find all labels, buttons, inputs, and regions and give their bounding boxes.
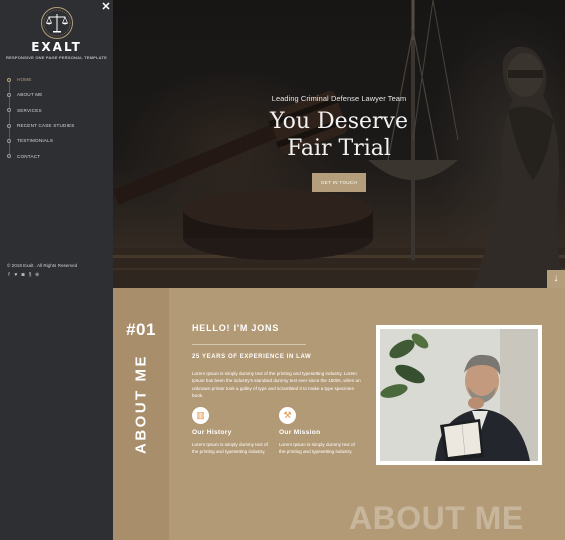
nav-dot-icon [7,138,11,143]
sidebar-nav: HOME ABOUT ME SERVICES RECENT CASE STUDI… [7,72,107,164]
nav-item-services[interactable]: SERVICES [7,103,107,118]
nav-dot-icon [7,123,11,128]
about-side-strip: #01 ABOUT ME [113,288,169,540]
page: EXALT RESPONSIVE ONE PAGE PERSONAL TEMPL… [0,0,565,540]
close-icon[interactable]: ✕ [100,1,112,13]
nav-item-contact[interactable]: CONTACT [7,148,107,163]
get-in-touch-button[interactable]: GET IN TOUCH [312,173,366,192]
sidebar: EXALT RESPONSIVE ONE PAGE PERSONAL TEMPL… [0,0,113,540]
nav-dot-icon [7,108,11,113]
logo[interactable]: EXALT RESPONSIVE ONE PAGE PERSONAL TEMPL… [0,6,113,60]
gavel-icon: ⚒ [279,407,296,424]
nav-dot-icon [7,77,11,82]
profile-photo [376,325,542,465]
nav-label: SERVICES [17,107,42,113]
hero: Leading Criminal Defense Lawyer Team You… [113,0,565,288]
section-vertical-label: ABOUT ME [132,354,150,454]
nav-label: CONTACT [17,153,41,159]
feature-title: Our History [192,429,232,436]
experience-heading: 25 YEARS OF EXPERIENCE IN LAW [192,354,312,360]
nav-label: RECENT CASE STUDIES [17,123,75,129]
hero-title-line1: You Deserve [270,109,408,134]
social-links: f ♥ ◙ § ⊛ [7,272,39,278]
divider [192,344,306,345]
brand-name: EXALT [31,40,82,54]
feature-text: Lorem Ipsum is simply dummy text of the … [279,442,355,455]
nav-item-case-studies[interactable]: RECENT CASE STUDIES [7,118,107,133]
section-number: #01 [126,320,156,339]
feature-title: Our Mission [279,429,321,436]
feature-text: Lorem Ipsum is simply dummy text of the … [192,442,268,455]
profile-photo-image [380,329,538,461]
scales-icon [40,7,73,39]
nav-dot-icon [7,92,11,97]
nav-item-about[interactable]: ABOUT ME [7,87,107,102]
nav-item-home[interactable]: HOME [7,72,107,87]
nav-dot-icon [7,154,11,159]
hero-title: You Deserve Fair Trial [113,108,565,162]
nav-label: HOME [17,77,32,83]
instagram-icon[interactable]: ◙ [21,272,25,278]
dribbble-icon[interactable]: ⊛ [35,272,39,278]
nav-label: TESTIMONIALS [17,138,54,144]
about-section: #01 ABOUT ME HELLO! I'M JONS 25 YEARS OF… [113,288,565,540]
brand-tagline: RESPONSIVE ONE PAGE PERSONAL TEMPLATE [6,55,107,60]
about-description: Lorem Ipsum is simply dummy text of the … [192,371,361,398]
copyright: © 2018 Exalt . All Rights Reserved [7,263,78,268]
history-icon: ▥ [192,407,209,424]
nav-label: ABOUT ME [17,92,43,98]
hero-title-line2: Fair Trial [287,136,391,161]
nav-item-testimonials[interactable]: TESTIMONIALS [7,133,107,148]
about-heading: HELLO! I'M JONS [192,323,280,333]
facebook-icon[interactable]: f [7,272,11,278]
hero-subtitle: Leading Criminal Defense Lawyer Team [271,94,407,103]
twitter-icon[interactable]: ♥ [14,272,18,278]
arrow-down-icon[interactable]: ↓ [547,270,565,288]
background-watermark-text: ABOUT ME [349,500,524,536]
skype-icon[interactable]: § [28,272,32,278]
